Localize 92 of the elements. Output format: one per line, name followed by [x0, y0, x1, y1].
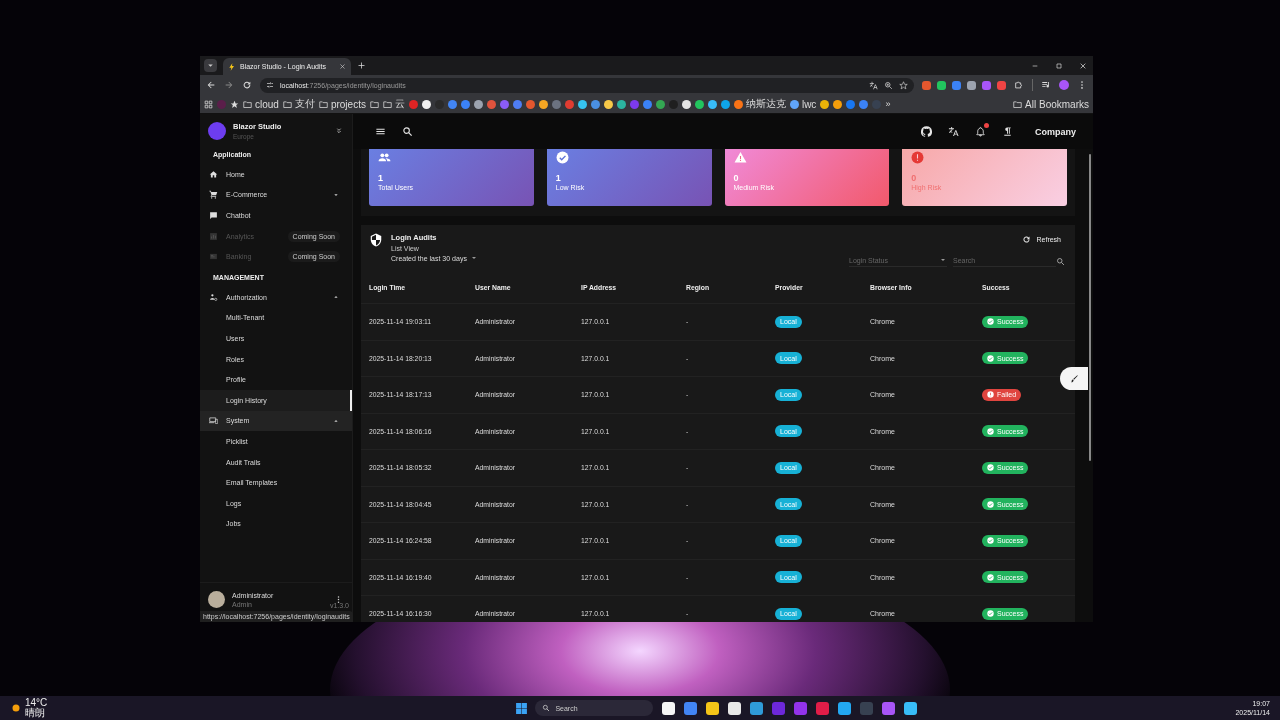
- search-icon: [542, 704, 551, 712]
- error-icon: [987, 391, 994, 399]
- people-icon: [209, 292, 218, 302]
- taskbar-app-icon[interactable]: [662, 701, 676, 715]
- maximize-icon[interactable]: [1055, 61, 1063, 70]
- people-icon: [378, 151, 391, 164]
- bookmark-folder[interactable]: 云: [382, 97, 405, 111]
- home-icon: [209, 169, 218, 179]
- company-button[interactable]: Company: [1029, 126, 1076, 137]
- devices-icon: [209, 416, 218, 426]
- taskbar-app-icon[interactable]: [838, 701, 852, 715]
- theme-brush-button[interactable]: [1060, 367, 1088, 390]
- user-avatar: [208, 591, 225, 608]
- caret-icon: [206, 61, 215, 70]
- check-circle-icon: [987, 464, 994, 472]
- translate-icon[interactable]: [948, 126, 959, 137]
- weather-widget[interactable]: 14°C 晴朗: [10, 698, 48, 718]
- check-circle-icon: [987, 573, 994, 581]
- search-icon: [1056, 257, 1065, 266]
- shield-icon: [369, 233, 383, 247]
- star-icon[interactable]: [230, 99, 239, 109]
- apps-icon[interactable]: [204, 99, 213, 109]
- check-circle-icon: [987, 610, 994, 618]
- folder-icon: [1013, 99, 1023, 109]
- stat-value: 1: [378, 173, 384, 183]
- folder-icon: [243, 99, 252, 109]
- bookmark-favicon-icon[interactable]: [616, 99, 626, 109]
- bookmark-folder[interactable]: All Bookmarks: [1013, 98, 1089, 110]
- bookmark-favicon-icon[interactable]: [707, 99, 717, 109]
- check-circle-icon: [987, 537, 994, 545]
- check-circle-icon: [987, 354, 994, 362]
- check-circle-icon: [987, 318, 994, 326]
- brush-icon: [1069, 373, 1079, 384]
- bookmark-folder[interactable]: 支付: [282, 97, 315, 111]
- new-tab-icon[interactable]: [357, 61, 366, 70]
- chart-icon: [209, 231, 218, 241]
- stat-value: 0: [733, 173, 740, 183]
- translate-icon[interactable]: [869, 80, 878, 90]
- taskbar-app-icon[interactable]: [706, 701, 720, 715]
- star-icon[interactable]: [899, 80, 908, 90]
- folder-icon: [282, 99, 292, 109]
- bookmark-favicon-icon[interactable]: [720, 99, 730, 109]
- warning-icon: [733, 151, 747, 164]
- bookmark-favicon-icon[interactable]: [820, 99, 830, 109]
- caret-icon: [939, 256, 947, 264]
- check-circle-icon: [987, 500, 994, 508]
- weather-icon: [10, 702, 22, 714]
- text-direction-icon[interactable]: [1002, 126, 1013, 137]
- folder-icon: [318, 99, 328, 109]
- bookmark-favicon-icon[interactable]: [421, 99, 431, 109]
- taskbar-app-icon[interactable]: [728, 701, 742, 715]
- puzzle-icon[interactable]: [1014, 80, 1024, 90]
- github-icon[interactable]: [921, 126, 932, 137]
- check-circle-icon: [987, 427, 994, 435]
- menu-icon[interactable]: [375, 126, 386, 137]
- close-icon[interactable]: [1079, 61, 1087, 70]
- site-settings-icon[interactable]: [266, 81, 274, 89]
- collapse-icon[interactable]: [335, 127, 343, 135]
- bookmark-favicon-icon[interactable]: [473, 99, 483, 109]
- taskbar-app-icon[interactable]: [750, 701, 764, 715]
- notifications-icon[interactable]: [975, 126, 986, 137]
- bookmark-link[interactable]: lwc: [789, 98, 817, 110]
- refresh-icon: [1022, 235, 1032, 244]
- stat-value: 0: [911, 173, 918, 183]
- zoom-icon[interactable]: [884, 80, 893, 90]
- search-icon[interactable]: [402, 126, 413, 137]
- more-bookmarks-button[interactable]: »: [885, 99, 891, 109]
- cart-icon: [209, 190, 218, 200]
- reload-icon[interactable]: [242, 80, 252, 90]
- bookmark-favicon-icon[interactable]: [833, 99, 843, 109]
- bookmark-favicon-icon[interactable]: [577, 99, 587, 109]
- lightning-icon: [228, 62, 236, 71]
- profile-avatar[interactable]: [1059, 80, 1069, 90]
- close-icon[interactable]: [339, 63, 346, 70]
- windows-logo-icon[interactable]: [515, 701, 529, 715]
- bookmark-favicon-icon[interactable]: [694, 99, 704, 109]
- bookmark-link[interactable]: 纳斯达克: [733, 97, 786, 111]
- bookmark-favicon-icon[interactable]: [603, 99, 613, 109]
- card-icon: [209, 252, 218, 262]
- bookmark-folder[interactable]: projects: [318, 98, 366, 110]
- tab-list-button[interactable]: [204, 59, 217, 72]
- bookmark-favicon-icon[interactable]: [681, 99, 691, 109]
- media-icon[interactable]: [1041, 80, 1051, 90]
- error-icon: [911, 151, 925, 164]
- check-circle-icon: [555, 151, 569, 164]
- bookmark-favicon-icon[interactable]: [538, 99, 548, 109]
- chat-icon: [209, 211, 218, 220]
- stat-value: 1: [555, 173, 562, 183]
- bookmark-folder[interactable]: cloud: [243, 98, 279, 110]
- app-logo: [208, 122, 226, 140]
- taskbar-app-icon[interactable]: [904, 701, 918, 715]
- scrollbar-thumb[interactable]: [1089, 154, 1091, 461]
